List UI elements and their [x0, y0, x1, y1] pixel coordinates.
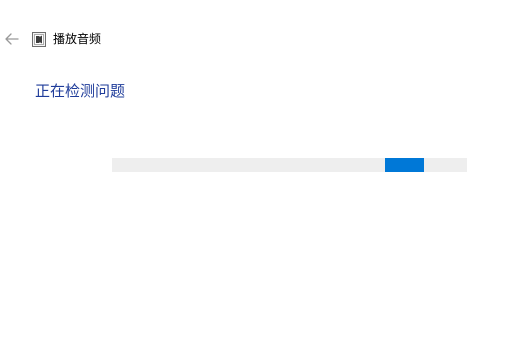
page-heading: 正在检测问题	[35, 82, 126, 100]
arrow-left-icon	[5, 33, 19, 45]
window-title: 播放音频	[53, 32, 102, 46]
back-button[interactable]	[2, 29, 22, 49]
progress-indicator	[385, 158, 424, 172]
troubleshooter-icon	[32, 32, 46, 47]
progress-bar	[112, 158, 467, 172]
